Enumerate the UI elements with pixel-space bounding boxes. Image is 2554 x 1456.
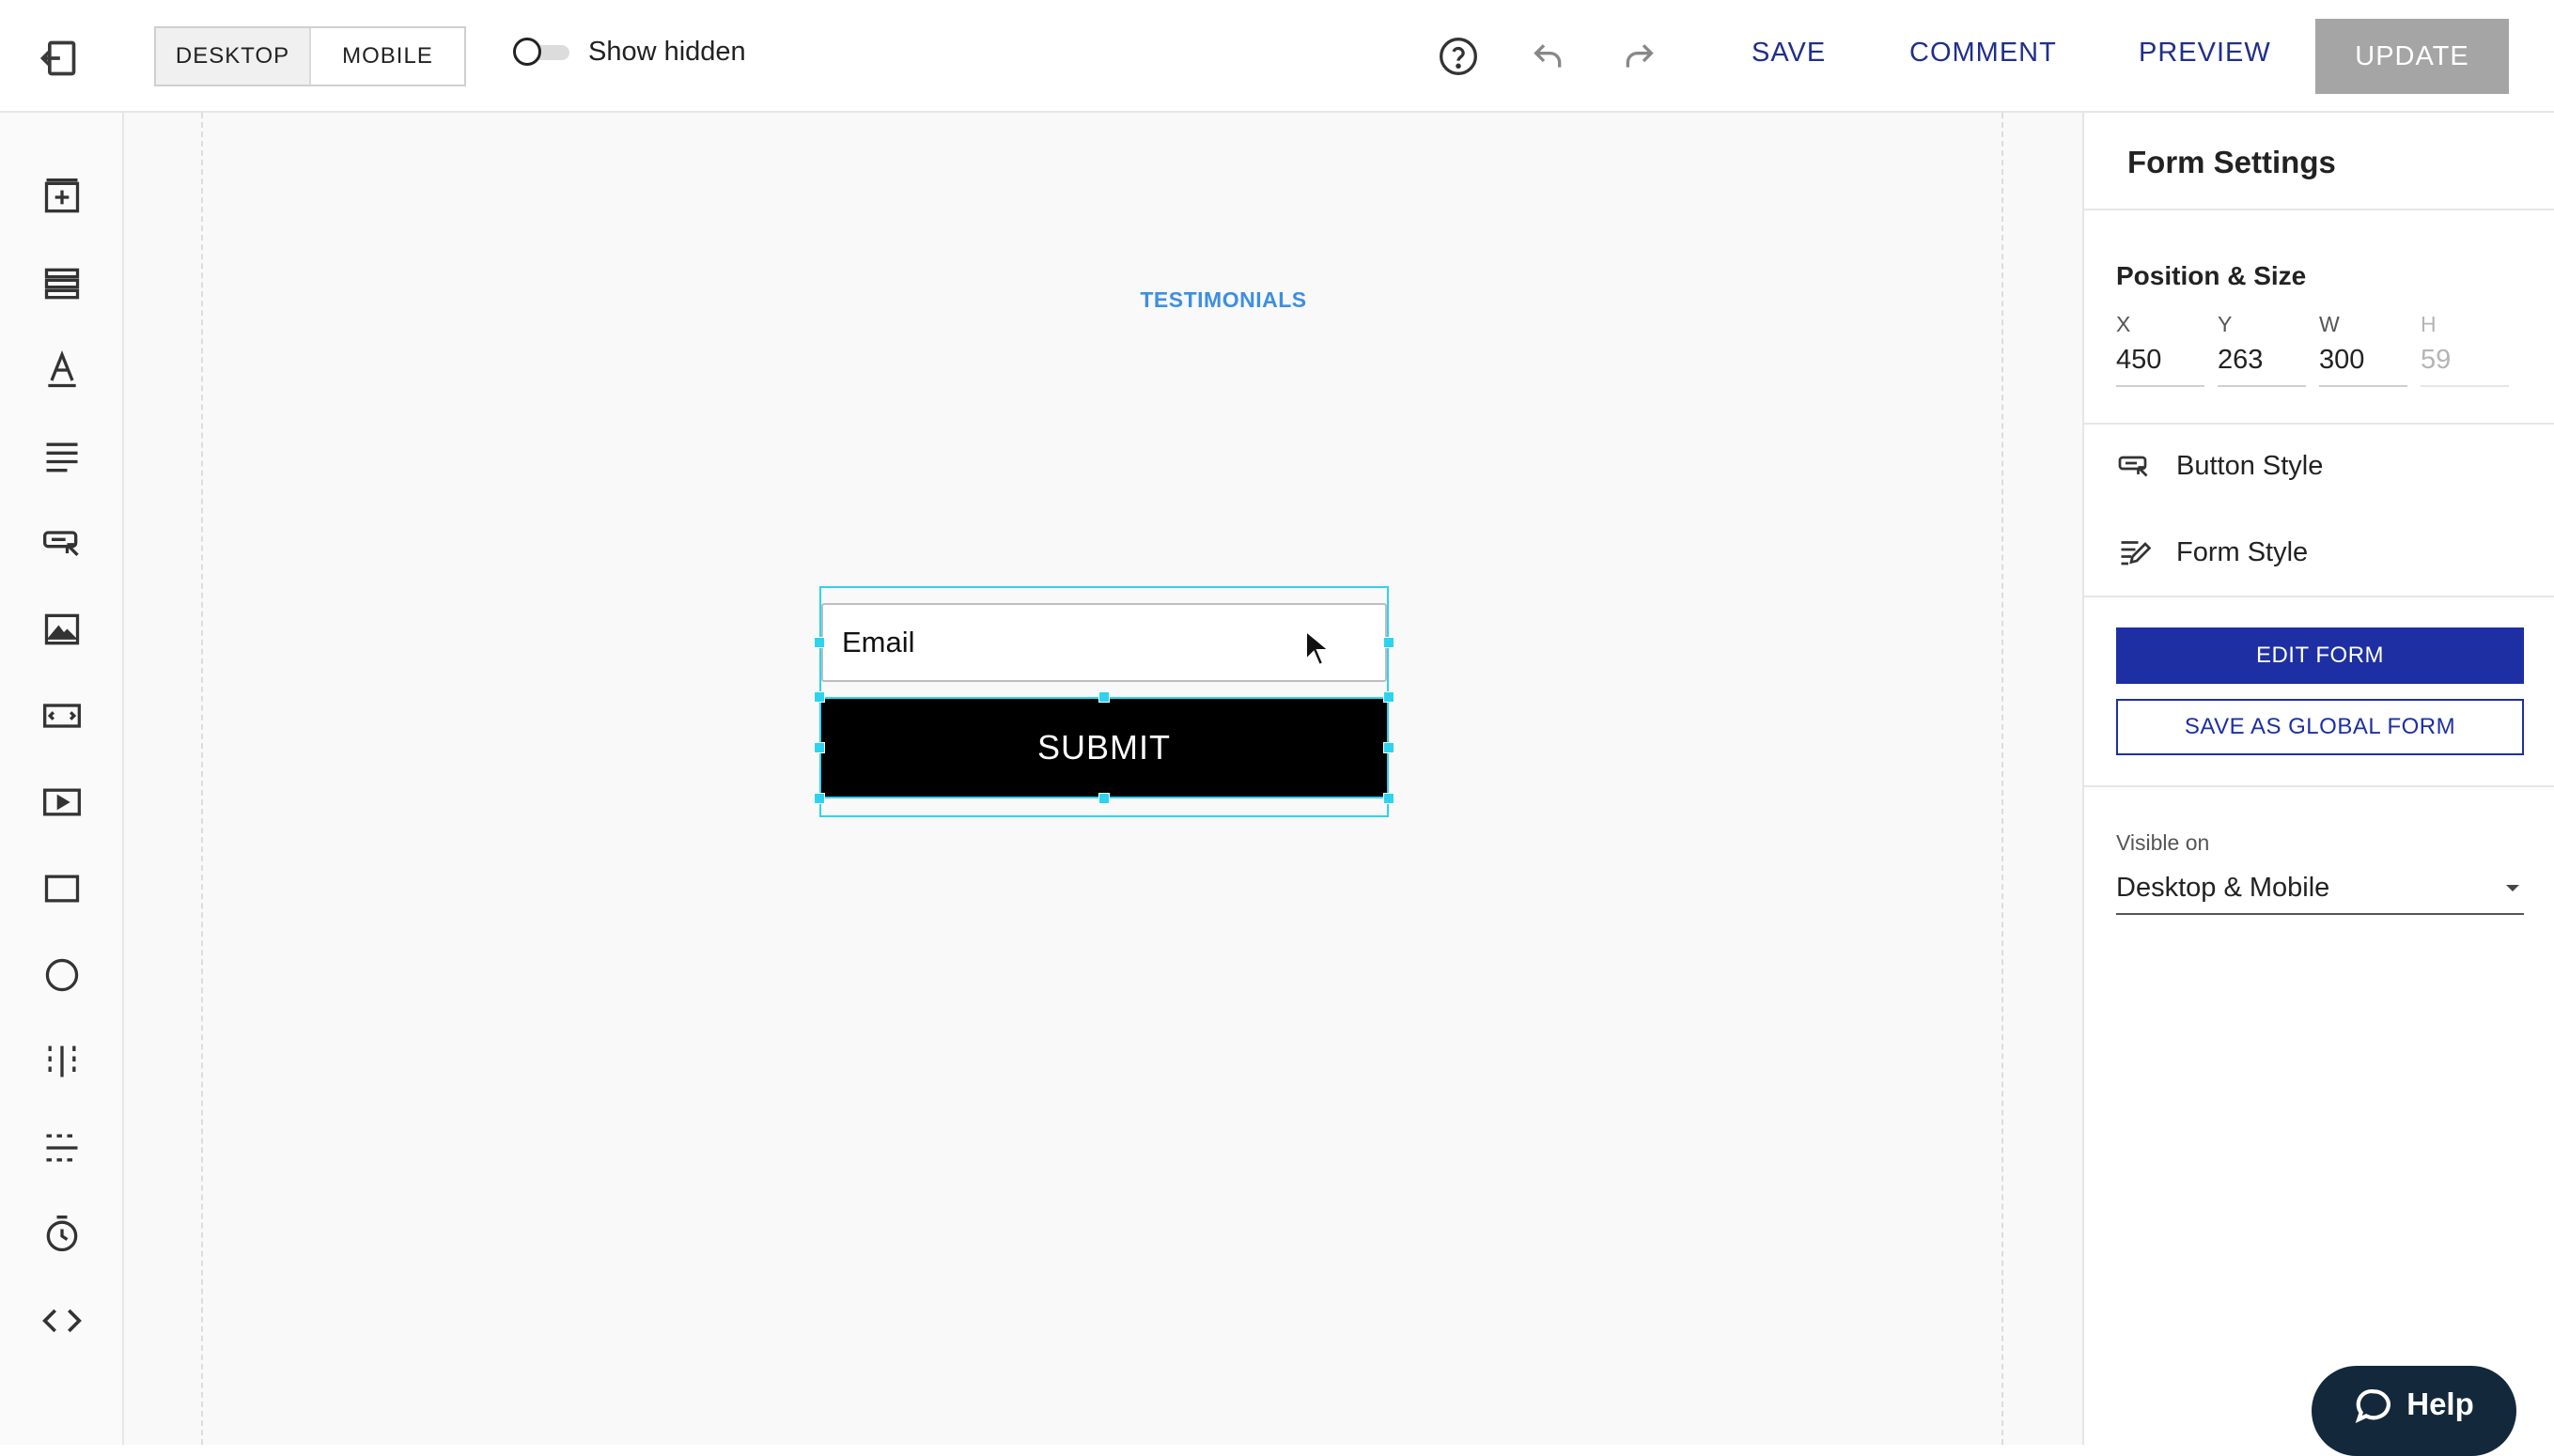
embed-tool[interactable] <box>32 686 92 746</box>
text-icon <box>48 350 76 388</box>
h-value: 59 <box>2421 345 2509 387</box>
divider <box>2084 785 2554 787</box>
help-label: Help <box>2406 1386 2474 1421</box>
visible-on-label: Visible on <box>2116 830 2210 855</box>
divider <box>2084 423 2554 425</box>
add-section-icon <box>44 178 80 213</box>
box-icon <box>44 875 80 903</box>
desktop-tab[interactable]: DESKTOP <box>156 28 311 85</box>
x-value[interactable]: 450 <box>2116 345 2204 387</box>
button-style-icon <box>2116 448 2152 484</box>
form-style-row[interactable]: Form Style <box>2116 524 2530 581</box>
editor-canvas[interactable]: TESTIMONIALS Email SUBMIT <box>124 113 2204 1445</box>
divider <box>2084 596 2554 597</box>
preview-button[interactable]: PREVIEW <box>2139 38 2271 69</box>
show-hidden-label: Show hidden <box>588 36 746 67</box>
mouse-cursor-icon <box>1305 629 1331 667</box>
h-field: H 59 <box>2421 312 2509 387</box>
timer-tool[interactable] <box>32 1204 92 1264</box>
button-icon <box>43 531 79 557</box>
toggle-switch[interactable] <box>511 36 573 68</box>
y-field[interactable]: Y 263 <box>2218 312 2306 387</box>
vertical-line-icon <box>48 1046 76 1077</box>
h-label: H <box>2421 312 2437 336</box>
resize-handle-top-left[interactable] <box>814 691 825 703</box>
box-tool[interactable] <box>32 859 92 919</box>
y-value[interactable]: 263 <box>2218 345 2306 387</box>
image-tool[interactable] <box>32 599 92 659</box>
code-tool[interactable] <box>32 1291 92 1351</box>
w-label: W <box>2319 312 2340 336</box>
w-field[interactable]: W 300 <box>2319 312 2407 387</box>
x-label: X <box>2116 312 2131 336</box>
button-tool[interactable] <box>32 513 92 573</box>
text-tool[interactable] <box>32 340 92 400</box>
embed-icon <box>43 704 81 728</box>
video-tool[interactable] <box>32 772 92 832</box>
x-field[interactable]: X 450 <box>2116 312 2204 387</box>
circle-tool[interactable] <box>32 945 92 1005</box>
mobile-tab[interactable]: MOBILE <box>311 28 464 85</box>
image-icon <box>44 613 80 645</box>
rows-icon <box>44 268 80 300</box>
divider <box>2084 209 2554 210</box>
resize-handle-mid-left[interactable] <box>814 742 825 753</box>
panel-title: Form Settings <box>2127 145 2336 179</box>
button-style-row[interactable]: Button Style <box>2116 438 2530 494</box>
redo-icon <box>1626 44 1654 68</box>
undo-icon <box>1534 44 1562 68</box>
exit-editor-button[interactable] <box>28 28 88 88</box>
help-chat-button[interactable]: Help <box>2312 1366 2516 1456</box>
timer-icon <box>46 1216 78 1252</box>
add-section-tool[interactable] <box>32 167 92 227</box>
position-size-heading: Position & Size <box>2116 261 2307 290</box>
chevron-down-icon <box>2506 885 2519 891</box>
horizontal-line-tool[interactable] <box>32 1118 92 1178</box>
resize-handle-right-mid[interactable] <box>1383 637 1394 648</box>
horizontal-line-icon <box>46 1134 78 1162</box>
redo-button[interactable] <box>1612 30 1665 83</box>
circle-icon <box>45 958 79 992</box>
resize-handle-bottom-right[interactable] <box>1383 793 1394 804</box>
email-field[interactable]: Email <box>821 603 1387 682</box>
y-label: Y <box>2218 312 2233 336</box>
element-toolbar <box>0 113 124 1445</box>
undo-button[interactable] <box>1522 30 1575 83</box>
paragraph-tool[interactable] <box>32 426 92 487</box>
visible-on-value: Desktop & Mobile <box>2116 872 2330 903</box>
resize-handle-bottom-left[interactable] <box>814 793 825 804</box>
exit-icon <box>39 40 76 76</box>
help-circle-icon <box>1440 38 1477 75</box>
update-button[interactable]: UPDATE <box>2315 19 2509 94</box>
w-value[interactable]: 300 <box>2319 345 2407 387</box>
resize-handle-top-right[interactable] <box>1383 691 1394 703</box>
code-icon <box>42 1309 82 1333</box>
device-toggle: DESKTOP MOBILE <box>154 26 466 86</box>
visible-on-select[interactable]: Desktop & Mobile <box>2116 862 2524 915</box>
button-style-label: Button Style <box>2176 450 2324 481</box>
rows-tool[interactable] <box>32 254 92 314</box>
form-style-label: Form Style <box>2176 536 2309 567</box>
save-button[interactable]: SAVE <box>1752 38 1826 69</box>
paragraph-icon <box>46 442 78 472</box>
vertical-line-tool[interactable] <box>32 1031 92 1092</box>
resize-handle-left-mid[interactable] <box>814 637 825 648</box>
comment-button[interactable]: COMMENT <box>1909 38 2057 69</box>
resize-handle-top-mid[interactable] <box>1098 691 1110 703</box>
help-button[interactable] <box>1432 30 1485 83</box>
resize-handle-mid-right[interactable] <box>1383 742 1394 753</box>
resize-handle-bottom-mid[interactable] <box>1098 793 1110 804</box>
form-style-icon <box>2116 534 2152 570</box>
submit-selection-outline <box>819 697 1389 798</box>
testimonials-label[interactable]: TESTIMONIALS <box>1007 287 1440 313</box>
save-as-global-form-button[interactable]: SAVE AS GLOBAL FORM <box>2116 699 2524 755</box>
right-guide-line <box>2001 113 2003 1445</box>
left-guide-line <box>201 113 203 1445</box>
settings-panel: Form Settings Position & Size X 450 Y 26… <box>2082 113 2554 1445</box>
show-hidden-toggle[interactable]: Show hidden <box>511 36 746 68</box>
edit-form-button[interactable]: EDIT FORM <box>2116 627 2524 684</box>
video-icon <box>43 788 81 816</box>
top-toolbar: DESKTOP MOBILE Show hidden SAVE COMMENT … <box>0 0 2554 113</box>
chat-bubble-icon <box>2355 1388 2391 1423</box>
